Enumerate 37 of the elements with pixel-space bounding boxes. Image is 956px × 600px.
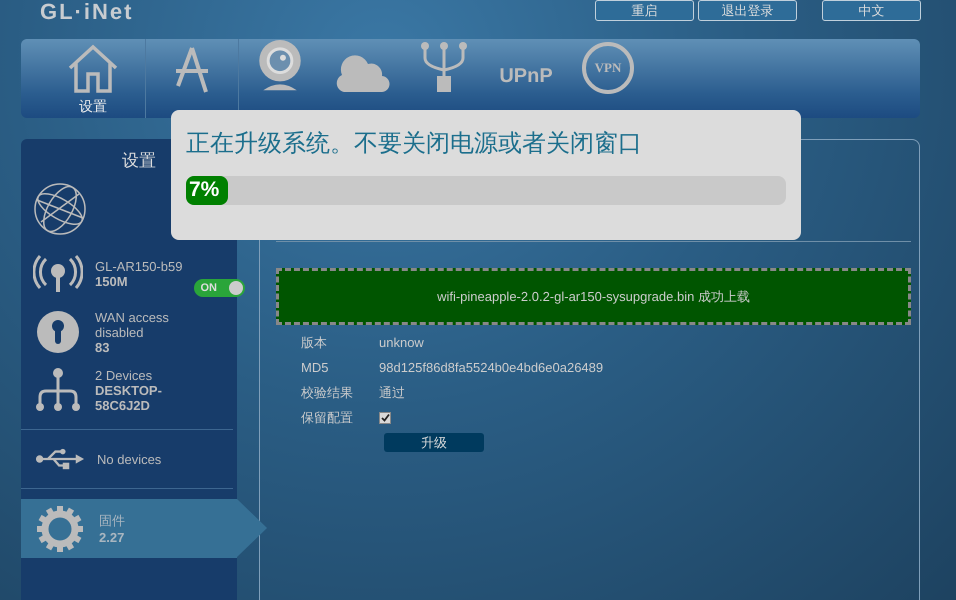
- header-button[interactable]: 退出登录: [698, 0, 797, 21]
- speed-text: 150M: [95, 274, 129, 289]
- usb-icon: [35, 446, 85, 472]
- upgrade-button[interactable]: 升级: [384, 433, 484, 452]
- house-icon: [67, 44, 119, 94]
- nav-item[interactable]: 设置: [41, 39, 146, 118]
- usb-status: No devices: [97, 452, 162, 466]
- language-button[interactable]: 中文: [822, 0, 921, 21]
- field-value: unknow: [379, 335, 424, 350]
- cloud-icon: [334, 54, 390, 94]
- keep-config-checkbox[interactable]: [379, 412, 391, 424]
- field-label: 保留配置: [301, 408, 354, 426]
- client-name: DESKTOP-58C6J2D: [95, 382, 163, 412]
- upnp-icon: UPnP: [499, 65, 553, 88]
- wan-status: WAN access disabled: [95, 310, 170, 340]
- progress-label: 7%: [189, 178, 220, 202]
- gear-icon: [37, 506, 83, 552]
- field-label: 校验结果: [301, 384, 354, 402]
- clients-count: 2 Devices: [95, 368, 154, 382]
- vpn-icon: VPN: [582, 42, 634, 94]
- header-button[interactable]: 重启: [595, 0, 694, 21]
- wifi-icon: [33, 255, 83, 293]
- logo: GL·iNet: [40, 0, 134, 24]
- ssid-text: GL-AR150-b59: [95, 259, 182, 274]
- dialog-message: 正在升级系统。不要关闭电源或者关闭窗口: [186, 129, 643, 159]
- wifi-toggle[interactable]: ON: [194, 279, 246, 297]
- field-value: 通过: [379, 384, 405, 402]
- nav-item[interactable]: UPnP: [485, 39, 567, 118]
- globe-icon: [33, 182, 87, 236]
- field-label: MD5: [301, 360, 330, 375]
- wan-value: 83: [95, 340, 110, 354]
- field-value: 98d125f86d8fa5524b0e4bd6e0a26489: [379, 360, 604, 375]
- sidebar-title: 设置: [121, 150, 157, 172]
- share-icon: [420, 40, 468, 94]
- field-label: 版本: [301, 334, 328, 352]
- network-icon: [33, 367, 83, 413]
- upload-banner: wifi-pineapple-2.0.2-gl-ar150-sysupgrade.bin 成功上载: [276, 268, 911, 325]
